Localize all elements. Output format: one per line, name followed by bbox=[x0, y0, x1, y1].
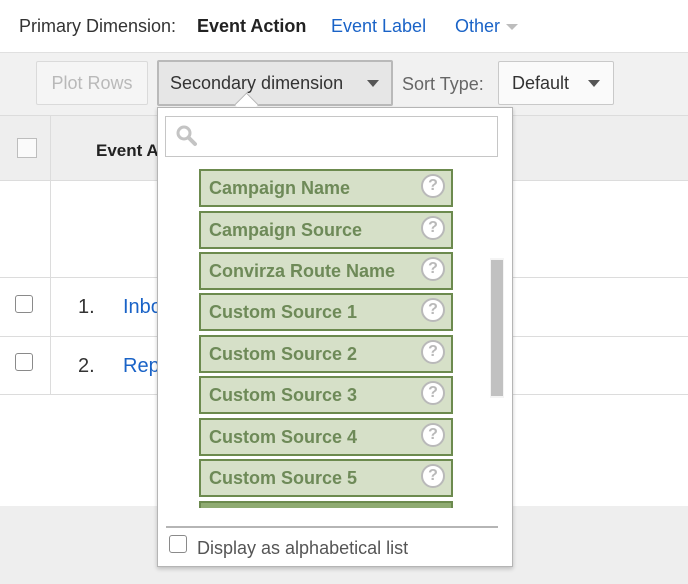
help-icon[interactable]: ? bbox=[421, 423, 445, 447]
dimension-item-label: Custom Source 2 bbox=[209, 344, 358, 364]
dimension-item[interactable]: Custom Source 5 ? bbox=[199, 459, 453, 497]
row-link[interactable]: Rep bbox=[123, 355, 160, 378]
help-icon[interactable]: ? bbox=[421, 464, 445, 488]
secondary-dimension-button[interactable]: Secondary dimension bbox=[157, 60, 393, 106]
secondary-dimension-label: Secondary dimension bbox=[170, 73, 344, 93]
dimension-item[interactable]: Convirza Route Name ? bbox=[199, 252, 453, 290]
dropdown-divider bbox=[166, 526, 498, 528]
plot-rows-button[interactable]: Plot Rows bbox=[36, 61, 148, 105]
row-checkbox[interactable] bbox=[15, 295, 33, 313]
dimension-item-label: Custom Source 3 bbox=[209, 385, 358, 405]
sort-type-value: Default bbox=[512, 73, 570, 93]
dimension-item-label: Custom Source 4 bbox=[209, 427, 358, 447]
primary-dimension-other[interactable]: Other bbox=[455, 16, 500, 37]
help-icon[interactable]: ? bbox=[421, 216, 445, 240]
dimension-item-label: Custom Source 5 bbox=[209, 468, 358, 488]
dimension-item[interactable]: Campaign Name ? bbox=[199, 169, 453, 207]
chevron-down-icon[interactable] bbox=[506, 24, 518, 30]
dimension-search-input[interactable] bbox=[165, 116, 498, 157]
row-number: 1. bbox=[78, 296, 95, 318]
secondary-dimension-dropdown: Campaign Name ? Campaign Source ? Convir… bbox=[157, 107, 513, 567]
help-icon[interactable]: ? bbox=[421, 257, 445, 281]
alphabetical-list-checkbox[interactable] bbox=[169, 535, 187, 553]
primary-dimension-label: Primary Dimension: bbox=[19, 16, 177, 36]
help-icon[interactable]: ? bbox=[421, 174, 445, 198]
dimension-item-label: Campaign Name bbox=[209, 178, 351, 198]
dimension-item[interactable]: Custom Source 1 ? bbox=[199, 293, 453, 331]
help-icon[interactable]: ? bbox=[421, 298, 445, 322]
primary-dimension-event-action[interactable]: Event Action bbox=[197, 16, 306, 37]
dimension-item[interactable]: Custom Source 2 ? bbox=[199, 335, 453, 373]
select-all-checkbox[interactable] bbox=[17, 138, 37, 158]
dimension-item-label: Custom Source 1 bbox=[209, 302, 358, 322]
search-icon bbox=[176, 125, 197, 146]
row-number: 2. bbox=[78, 355, 95, 377]
sort-type-label: Sort Type: bbox=[402, 74, 484, 94]
dimension-item-label: Campaign Source bbox=[209, 220, 363, 240]
chevron-down-icon bbox=[367, 80, 379, 87]
column-divider bbox=[50, 116, 51, 394]
primary-dimension-bar: Primary Dimension: Event Action Event La… bbox=[0, 0, 688, 53]
help-icon[interactable]: ? bbox=[421, 340, 445, 364]
row-checkbox[interactable] bbox=[15, 353, 33, 371]
scrollbar-thumb[interactable] bbox=[491, 260, 503, 396]
dimension-item[interactable]: Campaign Source ? bbox=[199, 211, 453, 249]
primary-dimension-event-label[interactable]: Event Label bbox=[331, 16, 426, 37]
chevron-down-icon bbox=[588, 80, 600, 87]
dimension-list: Campaign Name ? Campaign Source ? Convir… bbox=[158, 166, 508, 508]
dimension-item[interactable] bbox=[199, 501, 453, 508]
help-icon[interactable]: ? bbox=[421, 381, 445, 405]
dimension-item[interactable]: Custom Source 4 ? bbox=[199, 418, 453, 456]
dimension-item[interactable]: Custom Source 3 ? bbox=[199, 376, 453, 414]
dimension-item-label: Convirza Route Name bbox=[209, 261, 396, 281]
sort-type-select[interactable]: Default bbox=[498, 61, 614, 105]
alphabetical-list-label: Display as alphabetical list bbox=[197, 538, 409, 558]
column-header-event-action[interactable]: Event A bbox=[96, 141, 159, 161]
